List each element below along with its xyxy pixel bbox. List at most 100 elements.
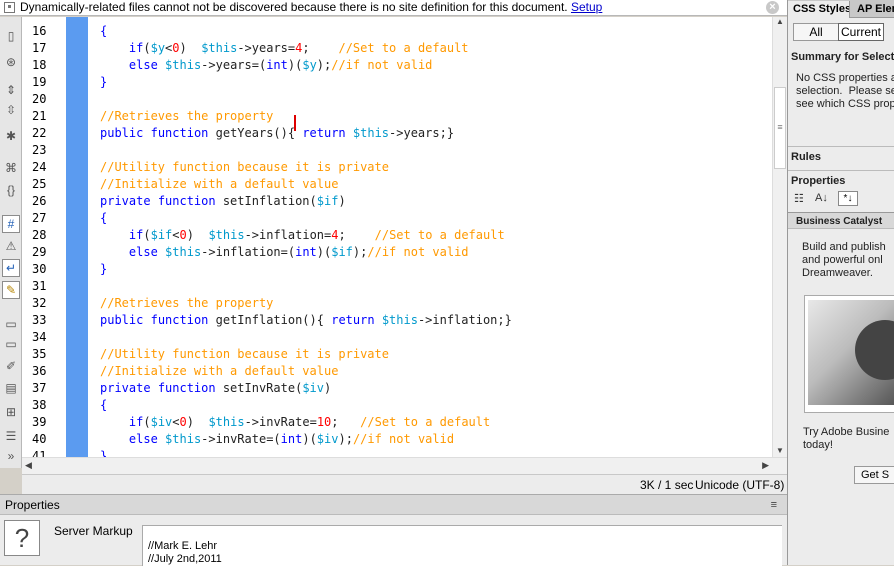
- line-number: 25: [32, 177, 47, 191]
- status-bar: 3K / 1 sec Unicode (UTF-8): [22, 474, 787, 494]
- selection-highlight: [66, 17, 88, 457]
- line-number: 35: [32, 347, 47, 361]
- line-numbers-icon[interactable]: #: [2, 215, 20, 233]
- globe-icon[interactable]: ⊛: [2, 53, 20, 71]
- get-started-button[interactable]: Get S: [854, 466, 894, 484]
- more-icon[interactable]: »: [2, 447, 20, 465]
- info-message: Dynamically-related files cannot not be …: [20, 0, 568, 14]
- file-size-time: 3K / 1 sec: [640, 478, 694, 492]
- collapse-full-tag-icon[interactable]: ⇕: [2, 81, 20, 99]
- line-number: 39: [32, 415, 47, 429]
- business-catalyst-tab[interactable]: Business Catalyst: [788, 212, 894, 229]
- line-number: 37: [32, 381, 47, 395]
- markup-line: //Mark E. Lehr: [148, 540, 218, 552]
- tab-ap-elements[interactable]: AP Elem: [852, 1, 894, 18]
- info-bar: Dynamically-related files cannot not be …: [0, 0, 787, 16]
- scrollbar-thumb[interactable]: ≡: [774, 87, 786, 169]
- code-line: if($iv<0) $this->invRate=10; //Set to a …: [128, 415, 491, 429]
- line-number: 41: [32, 449, 47, 457]
- all-button[interactable]: All: [793, 23, 839, 41]
- select-parent-icon[interactable]: ⌘: [2, 159, 20, 177]
- line-number: 21: [32, 109, 47, 123]
- properties-panel: Properties ≡ ? Server Markup //Mark E. L…: [0, 494, 787, 566]
- code-line: else $this->invRate=(int)($iv);//if not …: [128, 432, 455, 446]
- current-button[interactable]: Current: [838, 23, 884, 41]
- highlight-invalid-icon[interactable]: ⚠: [2, 237, 20, 255]
- line-number-gutter: 16 17 18 19 20 21 22 23 24 25 26 27 28 2…: [22, 17, 66, 457]
- right-panel: CSS Styles AP Elem All Current Summary f…: [787, 0, 894, 565]
- code-line: else $this->inflation=(int)($if);//if no…: [128, 245, 469, 259]
- business-catalyst-label: Business Catalyst: [796, 216, 883, 227]
- document-icon: [4, 2, 15, 13]
- summary-title: Summary for Selectio: [791, 51, 894, 63]
- code-line: //Utility function because it is private: [100, 347, 389, 361]
- scroll-down-icon[interactable]: ▼: [776, 446, 784, 455]
- divider: [788, 146, 894, 147]
- line-number: 16: [32, 24, 47, 38]
- properties-title: Properties: [0, 495, 787, 515]
- line-number: 28: [32, 228, 47, 242]
- server-markup-text[interactable]: //Mark E. Lehr //July 2nd,2011: [142, 525, 782, 566]
- vertical-scrollbar[interactable]: ▲ ≡ ▼: [772, 17, 787, 457]
- line-number: 27: [32, 211, 47, 225]
- balance-braces-icon[interactable]: {}: [2, 181, 20, 199]
- bc-preview-image: [804, 295, 894, 413]
- sort-az-icon[interactable]: A↓: [815, 192, 828, 204]
- line-number: 23: [32, 143, 47, 157]
- expand-all-icon[interactable]: ✱: [2, 127, 20, 145]
- code-line: public function getYears(){ return $this…: [100, 126, 455, 140]
- code-line: private function setInvRate($iv): [100, 381, 332, 395]
- code-line: {: [100, 398, 108, 412]
- setup-link[interactable]: Setup: [571, 0, 602, 14]
- line-number: 30: [32, 262, 47, 276]
- collapse-selection-icon[interactable]: ⇳: [2, 101, 20, 119]
- code-line: //Retrieves the property: [100, 109, 274, 123]
- code-line: }: [100, 262, 108, 276]
- line-number: 18: [32, 58, 47, 72]
- remove-comment-icon[interactable]: ▭: [2, 335, 20, 353]
- divider: [788, 170, 894, 171]
- word-wrap-icon[interactable]: ↵: [2, 259, 20, 277]
- line-number: 40: [32, 432, 47, 446]
- indent-icon[interactable]: ⊞: [2, 403, 20, 421]
- line-number: 32: [32, 296, 47, 310]
- tab-css-styles[interactable]: CSS Styles: [788, 1, 850, 18]
- line-number: 20: [32, 92, 47, 106]
- markup-line: //July 2nd,2011: [148, 553, 222, 565]
- code-line: else $this->years=(int)($y);//if not val…: [128, 58, 433, 72]
- scroll-up-icon[interactable]: ▲: [776, 17, 784, 26]
- apply-comment-icon[interactable]: ▭: [2, 315, 20, 333]
- category-view-icon[interactable]: ☷: [794, 192, 804, 205]
- code-line: {: [100, 24, 108, 38]
- code-line: {: [100, 211, 108, 225]
- show-set-properties-icon[interactable]: *↓: [838, 191, 858, 206]
- bc-try-text: Try Adobe Busine today!: [803, 426, 890, 451]
- code-line: //Utility function because it is private: [100, 160, 389, 174]
- properties-label: Properties: [791, 175, 846, 187]
- code-editor[interactable]: 16 17 18 19 20 21 22 23 24 25 26 27 28 2…: [22, 17, 772, 457]
- horizontal-scrollbar[interactable]: ◀ ▶: [22, 457, 787, 474]
- recent-snippets-icon[interactable]: ▤: [2, 379, 20, 397]
- code-line: }: [100, 449, 108, 457]
- line-number: 26: [32, 194, 47, 208]
- rules-label: Rules: [791, 151, 821, 163]
- encoding: Unicode (UTF-8): [695, 478, 785, 492]
- file-icon[interactable]: ▯: [2, 27, 20, 45]
- code-line: }: [100, 75, 108, 89]
- format-source-icon[interactable]: ☰: [2, 427, 20, 445]
- question-icon: ?: [4, 520, 40, 556]
- line-number: 22: [32, 126, 47, 140]
- code-line: //Initialize with a default value: [100, 364, 339, 378]
- line-number: 31: [32, 279, 47, 293]
- wrap-tag-icon[interactable]: ✐: [2, 357, 20, 375]
- code-line: private function setInflation($if): [100, 194, 346, 208]
- scroll-left-icon[interactable]: ◀: [25, 460, 32, 471]
- code-line: if($y<0) $this->years=4; //Set to a defa…: [128, 41, 469, 55]
- close-icon[interactable]: ×: [766, 1, 779, 14]
- line-number: 24: [32, 160, 47, 174]
- syntax-coloring-icon[interactable]: ✎: [2, 281, 20, 299]
- server-markup-label: Server Markup: [54, 524, 133, 538]
- panel-menu-icon[interactable]: ≡: [771, 499, 777, 511]
- code-line: if($if<0) $this->inflation=4; //Set to a…: [128, 228, 505, 242]
- scroll-right-icon[interactable]: ▶: [762, 460, 769, 471]
